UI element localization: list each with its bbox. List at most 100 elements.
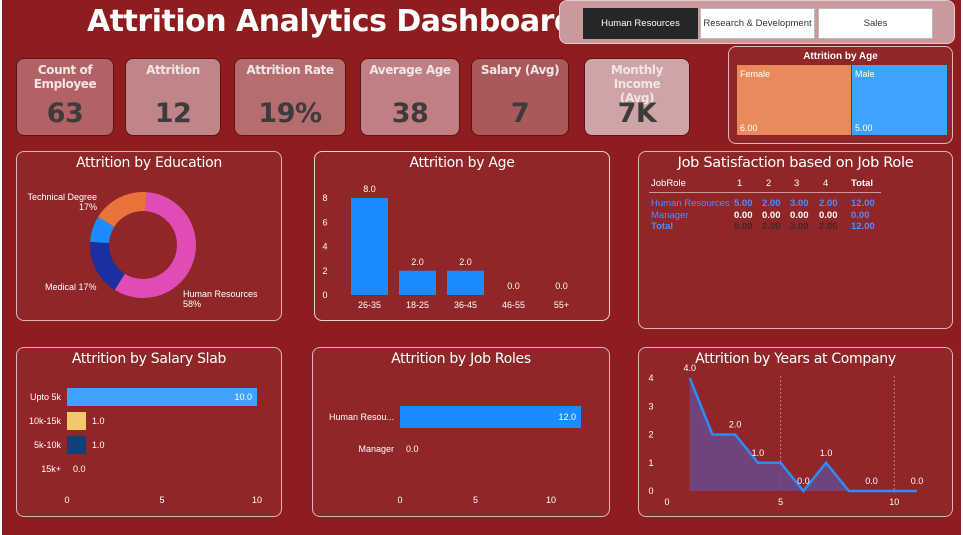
data-label: 0.0 (865, 476, 878, 486)
label-human-resources: Human Resources 58% (183, 289, 258, 309)
y-tick-label: 5k-10k (34, 440, 62, 450)
header-4: 4 (823, 178, 829, 189)
x-tick-label: 46-55 (502, 300, 525, 310)
age-bar (351, 198, 388, 295)
cell-label: Female (740, 69, 771, 79)
y-tick-label: 8 (322, 193, 327, 203)
kpi-salary-avg: Salary (Avg) 7 (471, 58, 569, 136)
cell-value: 6.00 (740, 123, 758, 133)
tab-human-resources[interactable]: Human Resources (583, 8, 698, 39)
kpi-label: Average Age (369, 63, 451, 77)
kpi-label: Attrition Rate (246, 63, 334, 77)
data-label: 0.0 (911, 476, 924, 486)
label-text: Human Resources (183, 289, 258, 299)
x-tick-label: 0 (397, 495, 402, 505)
y-tick-label: 0 (322, 290, 327, 300)
matrix-row-label[interactable]: Manager (651, 210, 689, 221)
y-tick-label: 10k-15k (29, 416, 62, 426)
age-bar-chart: 0 2 4 6 8 8.0 26-35 2.0 18-25 2.0 36-45 0.0 46-55 0.0… (322, 184, 569, 310)
matrix-cell: 0.00 (819, 209, 838, 221)
kpi-monthly-income: Monthly Income (Avg) 7K (584, 58, 690, 136)
tab-research-development[interactable]: Research & Development (700, 8, 815, 39)
data-label: 2.0 (459, 257, 472, 267)
header-2: 2 (766, 178, 772, 189)
kpi-value: 7 (510, 98, 530, 129)
treemap-cell-female[interactable]: Female 6.00 (737, 65, 851, 135)
age-bar (399, 270, 436, 295)
kpi-value: 63 (46, 98, 84, 129)
header-1: 1 (737, 178, 743, 189)
kpi-attrition: Attrition 12 (125, 58, 221, 136)
data-label: 1.0 (92, 440, 105, 450)
y-tick-label: 4 (648, 373, 653, 383)
matrix-cell: 3.00 (790, 221, 809, 232)
matrix-row-label[interactable]: Total (651, 221, 673, 232)
data-label: 0.0 (797, 476, 810, 486)
y-tick-label: 2 (322, 266, 327, 276)
data-label: 10.0 (234, 392, 252, 402)
x-tick-label: 5 (159, 495, 164, 505)
cell-value: 5.00 (855, 123, 873, 133)
years-area-chart: 0 1 2 3 4 0 5 10 4.0 2.0 1.0 0.0 1.0 0.0 0.0 (648, 363, 924, 507)
header-3: 3 (794, 178, 800, 189)
matrix-cell: 0.00 (790, 209, 809, 221)
kpi-value: 19% (258, 98, 322, 129)
salary-bar-chart: Upto 5k 10.0 10k-15k 1.0 5k-10k 1.0 15k+ 0.0 0 5 1… (29, 388, 262, 505)
attrition-by-years-panel: Attrition by Years at Company 0 1 2 3 4 0 5 10 4… (638, 347, 953, 517)
kpi-count-employee: Count of Employee 63 (16, 58, 114, 136)
job-satisfaction-panel: Job Satisfaction based on Job Role JobRo… (638, 151, 953, 329)
header-total: Total (851, 178, 873, 189)
y-tick-label: 2 (648, 430, 653, 440)
data-label: 2.0 (729, 420, 742, 430)
data-label: 1.0 (92, 416, 105, 426)
salary-bar (67, 388, 257, 406)
matrix-cell: 12.00 (851, 198, 875, 209)
data-label: 0.0 (73, 464, 86, 474)
y-tick-label: Manager (358, 444, 394, 454)
matrix-cell: 2.00 (819, 198, 838, 209)
kpi-label: Salary (Avg) (480, 63, 560, 77)
kpi-average-age: Average Age 38 (360, 58, 460, 136)
data-label: 0.0 (406, 444, 419, 454)
attrition-by-gender-panel: Attrition by Age Female 6.00 Male 5.00 (728, 46, 953, 144)
matrix-cell: 5.00 (734, 198, 753, 209)
data-label: 2.0 (411, 257, 424, 267)
department-slicer: Human Resources Research & Development S… (559, 0, 955, 44)
kpi-label: Attrition (146, 63, 200, 77)
attrition-by-education-panel: Attrition by Education Technical Degree 1… (16, 151, 282, 321)
label-technical-degree: Technical Degree 17% (27, 192, 97, 212)
header-jobrole: JobRole (651, 178, 686, 189)
page-title: Attrition Analytics Dashboard (87, 4, 575, 39)
x-tick-label: 5 (473, 495, 478, 505)
attrition-by-jobroles-panel: Attrition by Job Roles Human Resou... 12.… (312, 347, 610, 517)
matrix-cell: 2.00 (819, 221, 838, 232)
label-medical: Medical 17% (45, 282, 97, 292)
x-tick-label: 10 (252, 495, 262, 505)
x-tick-label: 0 (664, 497, 669, 507)
y-tick-label: Upto 5k (30, 392, 62, 402)
y-tick-label: Human Resou... (329, 412, 394, 422)
kpi-label: Count of Employee (33, 63, 97, 91)
matrix-cell: 0.00 (851, 209, 870, 221)
data-label: 12.0 (558, 412, 576, 422)
data-label: 0.0 (555, 281, 568, 291)
age-bar (447, 270, 484, 295)
data-label: 0.0 (507, 281, 520, 291)
x-tick-label: 26-35 (358, 300, 381, 310)
salary-bar (67, 412, 86, 430)
matrix-cell: 12.00 (851, 221, 875, 232)
kpi-value: 12 (154, 98, 192, 129)
x-tick-label: 0 (64, 495, 69, 505)
tab-sales[interactable]: Sales (818, 8, 933, 39)
x-tick-label: 18-25 (406, 300, 429, 310)
y-tick-label: 1 (648, 458, 653, 468)
dashboard: Attrition Analytics Dashboard Human Reso… (2, 0, 961, 535)
kpi-value: 7K (617, 98, 657, 129)
attrition-by-salary-panel: Attrition by Salary Slab Upto 5k 10.0 10k-… (16, 347, 282, 517)
x-tick-label: 55+ (554, 300, 569, 310)
matrix-row-label[interactable]: Human Resources (651, 198, 730, 209)
label-pct: 58% (183, 299, 202, 309)
jobrole-bar (400, 406, 581, 428)
treemap-cell-male[interactable]: Male 5.00 (852, 65, 947, 135)
y-tick-label: 6 (322, 217, 327, 227)
